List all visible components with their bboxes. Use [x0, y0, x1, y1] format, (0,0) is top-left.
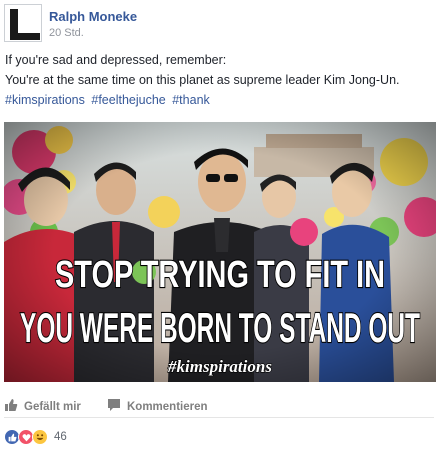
- post-header: Ralph Moneke 20 Std.: [4, 4, 434, 42]
- post-text-line: If you're sad and depressed, remember:: [5, 53, 227, 67]
- comment-label: Kommentieren: [127, 400, 208, 413]
- post-text-line: You're at the same time on this planet a…: [5, 73, 400, 87]
- post-image[interactable]: STOP TRYING TO FIT IN YOU WERE BORN TO S…: [4, 122, 436, 382]
- thumbs-up-icon: [4, 398, 18, 415]
- image-hashtag: #kimspirations: [167, 357, 272, 376]
- comment-icon: [107, 398, 121, 415]
- like-button[interactable]: Gefällt mir: [4, 398, 81, 415]
- action-bar: Gefällt mir Kommentieren: [4, 394, 434, 418]
- image-caption-line1: STOP TRYING TO FIT IN: [55, 254, 385, 296]
- reaction-count[interactable]: 46: [54, 431, 67, 443]
- avatar[interactable]: [4, 4, 42, 42]
- author-name[interactable]: Ralph Moneke: [49, 9, 137, 24]
- hashtag-link[interactable]: #kimspirations: [5, 93, 85, 107]
- hashtag-link[interactable]: #feelthejuche: [91, 93, 165, 107]
- image-caption-line2: YOU WERE BORN TO STAND OUT: [20, 304, 420, 351]
- like-label: Gefällt mir: [24, 400, 81, 413]
- hashtag-list: #kimspirations #feelthejuche #thank: [5, 90, 435, 110]
- haha-icon: [32, 429, 48, 445]
- comment-button[interactable]: Kommentieren: [107, 398, 208, 415]
- hashtag-link[interactable]: #thank: [172, 93, 210, 107]
- post-timestamp[interactable]: 20 Std.: [49, 27, 84, 39]
- reactions-summary[interactable]: 46: [4, 429, 67, 445]
- post-text: If you're sad and depressed, remember: Y…: [5, 50, 435, 110]
